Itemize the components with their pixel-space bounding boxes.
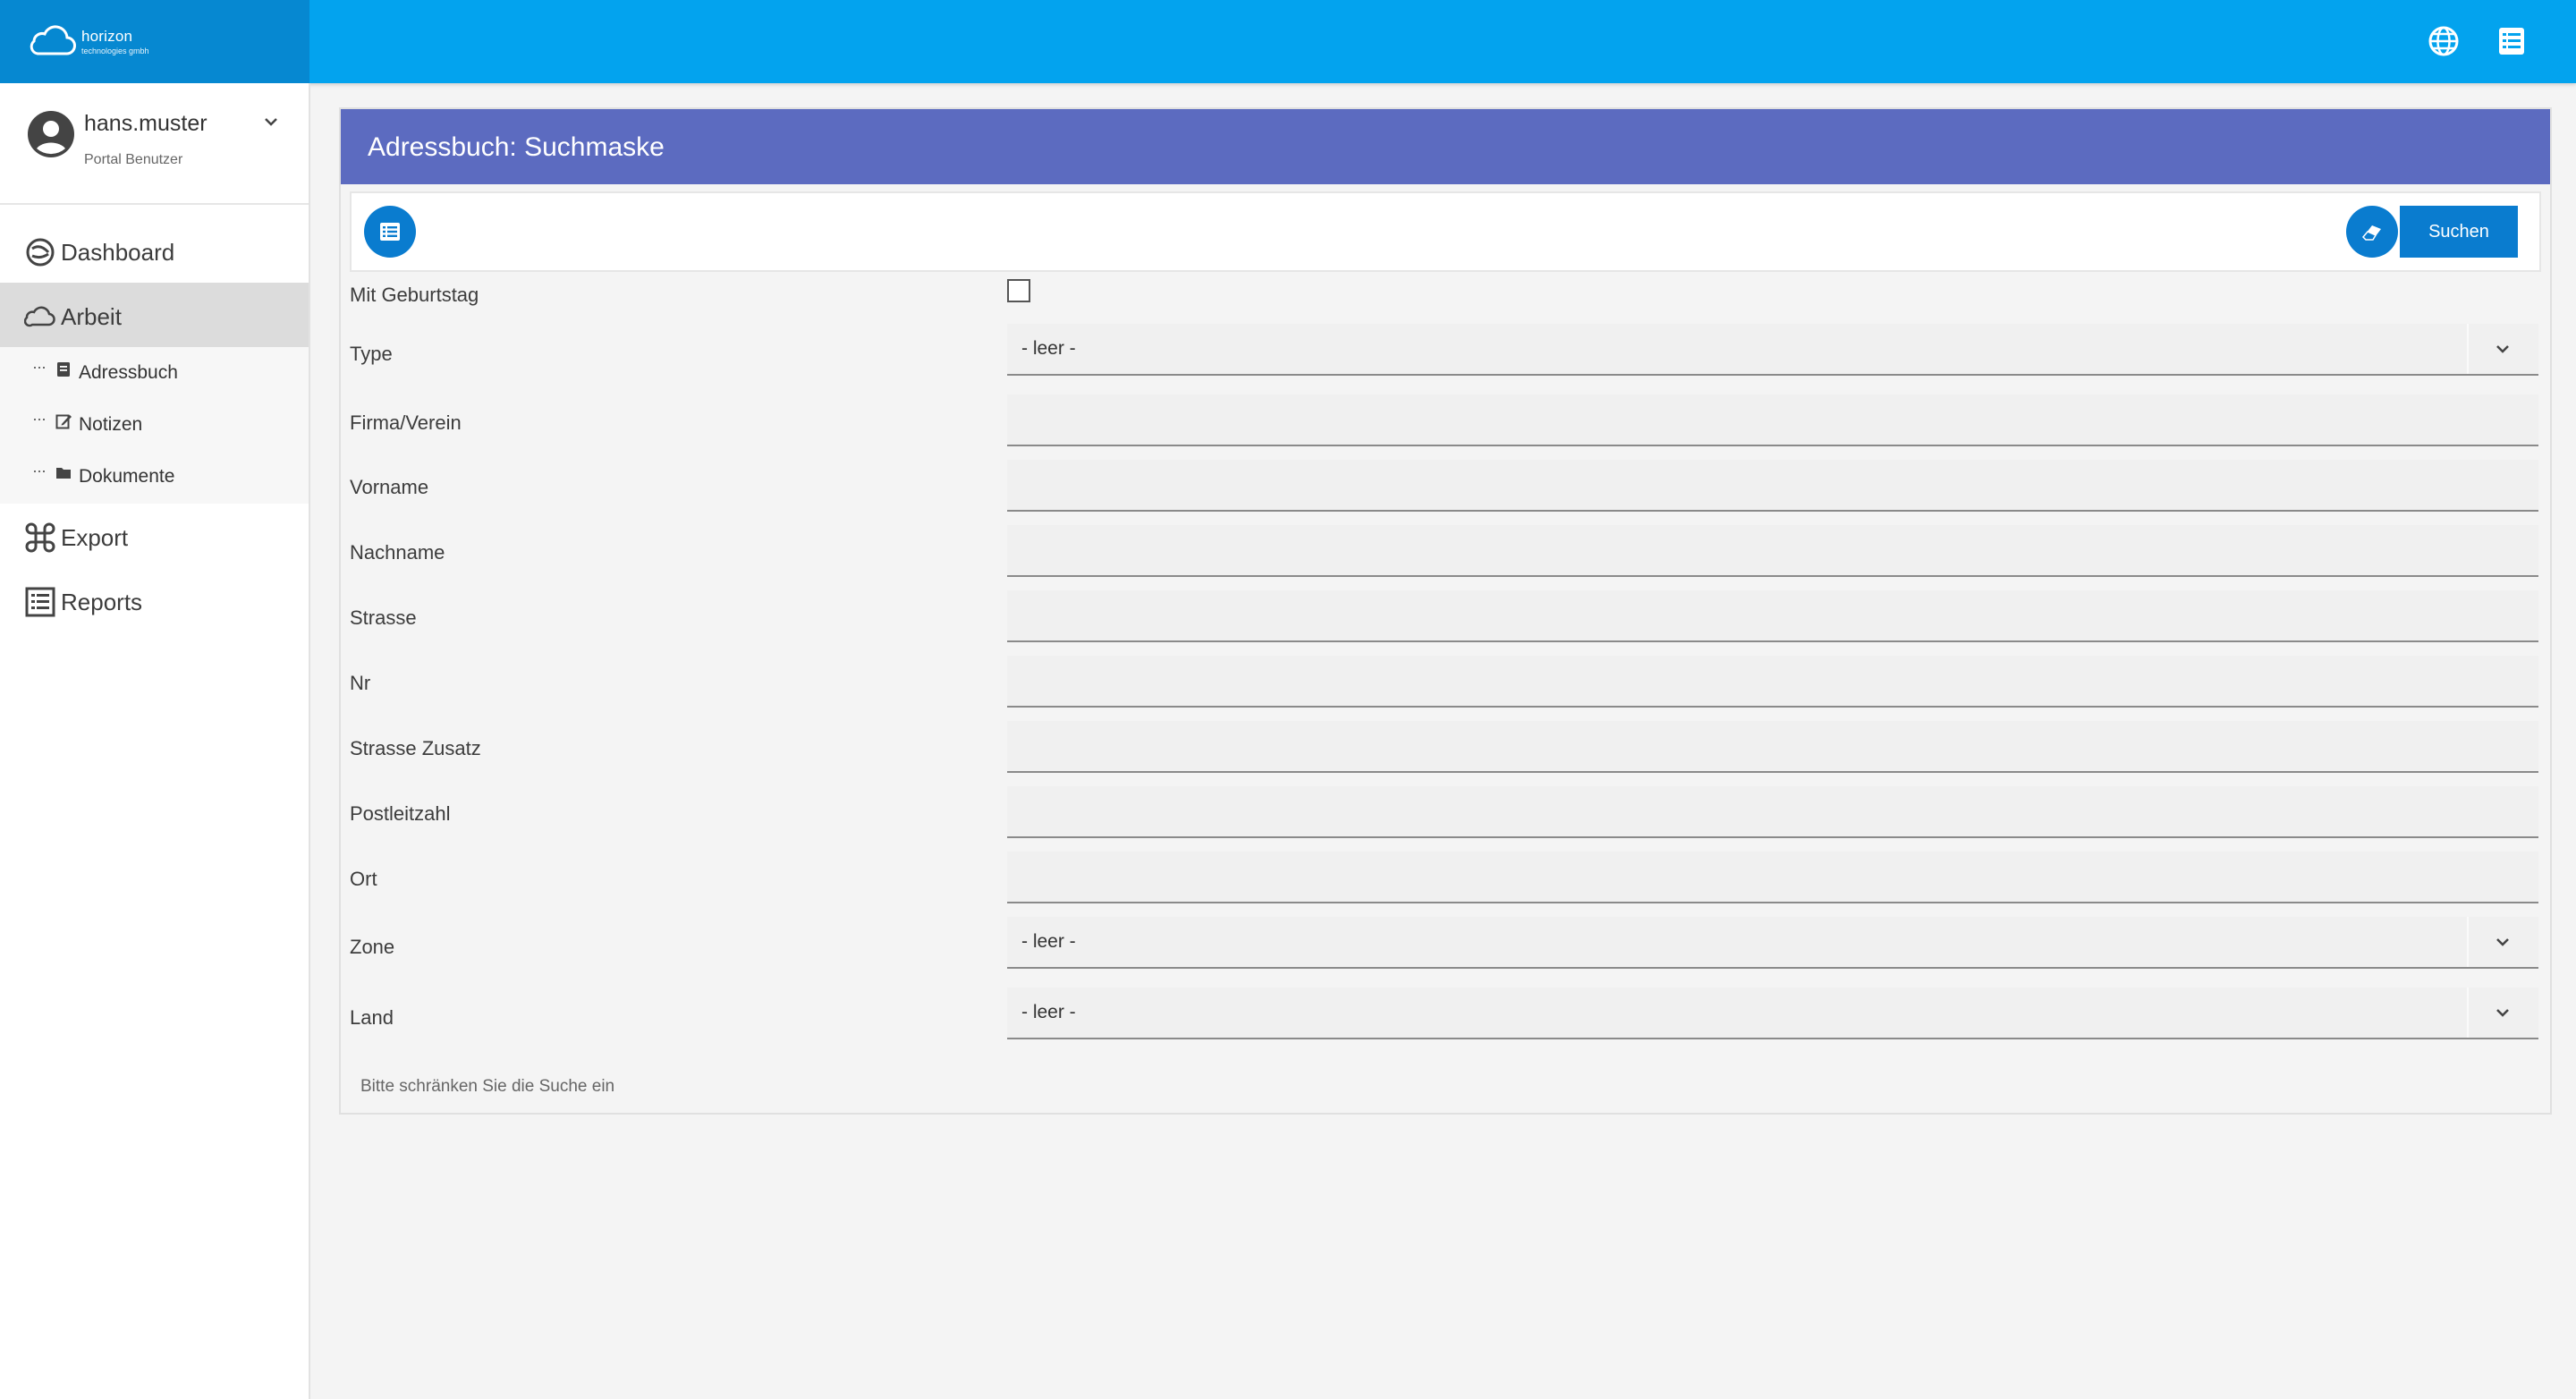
cloud-icon: [24, 306, 55, 327]
chevron-down-icon: [2496, 1009, 2509, 1017]
plz-label: Postleitzahl: [350, 802, 451, 825]
list-icon: [380, 223, 400, 241]
land-label: Land: [350, 1006, 394, 1029]
dashboard-icon: [26, 238, 55, 267]
type-select-value: - leer -: [1021, 338, 1076, 359]
sidebar-item-reports[interactable]: Reports: [0, 568, 309, 632]
nachname-input[interactable]: [1007, 525, 2538, 577]
vorname-input[interactable]: [1007, 460, 2538, 512]
clear-button[interactable]: [2346, 206, 2398, 258]
birthday-checkbox[interactable]: [1007, 279, 1030, 302]
search-hint: Bitte schränken Sie die Suche ein: [360, 1077, 615, 1096]
brand-subtitle: technologies gmbh: [81, 47, 149, 55]
globe-icon[interactable]: [2426, 23, 2462, 59]
chevron-down-icon: [2496, 938, 2509, 946]
tree-dots: ···: [32, 462, 47, 479]
search-card: Adressbuch: Suchmaske Suchen Mit Geburts…: [339, 107, 2552, 1115]
sidebar: hans.muster Portal Benutzer Dashboard Ar…: [0, 83, 310, 1399]
list-icon[interactable]: [2494, 23, 2529, 59]
type-select[interactable]: - leer -: [1007, 324, 2538, 376]
sidebar-subitem-dokumente[interactable]: ··· Dokumente: [0, 451, 309, 501]
sidebar-submenu: ··· Adressbuch ··· Notizen ··· Dokumente: [0, 347, 309, 504]
list-view-button[interactable]: [364, 206, 416, 258]
avatar-icon: [28, 111, 74, 157]
zone-select[interactable]: - leer -: [1007, 917, 2538, 969]
toolbar: Suchen: [350, 191, 2541, 272]
sidebar-item-dashboard[interactable]: Dashboard: [0, 218, 309, 283]
land-select-value: - leer -: [1021, 1002, 1076, 1022]
ort-label: Ort: [350, 868, 377, 890]
strasse-label: Strasse: [350, 606, 417, 629]
chevron-down-icon[interactable]: [259, 110, 283, 133]
select-divider: [2467, 988, 2469, 1038]
sidebar-item-export[interactable]: Export: [0, 504, 309, 568]
page-title: Adressbuch: Suchmaske: [368, 132, 665, 162]
strasse-zusatz-label: Strasse Zusatz: [350, 737, 481, 759]
command-icon: [25, 522, 55, 553]
chevron-down-icon: [2496, 345, 2509, 353]
sidebar-subitem-adressbuch[interactable]: ··· Adressbuch: [0, 347, 309, 397]
sidebar-subitem-notizen[interactable]: ··· Notizen: [0, 399, 309, 449]
select-divider: [2467, 324, 2469, 374]
ort-input[interactable]: [1007, 852, 2538, 903]
land-select[interactable]: - leer -: [1007, 988, 2538, 1039]
strasse-zusatz-input[interactable]: [1007, 721, 2538, 773]
plz-input[interactable]: [1007, 786, 2538, 838]
nr-input[interactable]: [1007, 656, 2538, 708]
cloud-logo-icon: [30, 25, 76, 55]
tree-dots: ···: [32, 358, 47, 376]
strasse-input[interactable]: [1007, 590, 2538, 642]
sidebar-subitem-label: Notizen: [79, 414, 143, 435]
card-header: Adressbuch: Suchmaske: [341, 109, 2550, 184]
sidebar-item-arbeit[interactable]: Arbeit: [0, 283, 309, 347]
eraser-icon: [2361, 225, 2381, 241]
user-panel: hans.muster Portal Benutzer: [0, 83, 309, 205]
sidebar-item-label: Dashboard: [61, 239, 175, 266]
sidebar-subitem-label: Dokumente: [79, 466, 175, 487]
select-divider: [2467, 917, 2469, 967]
sidebar-item-label: Export: [61, 524, 129, 551]
report-icon: [25, 587, 55, 617]
brand-name: horizon: [81, 28, 133, 45]
top-bar: horizon technologies gmbh: [0, 0, 2576, 83]
type-label: Type: [350, 343, 393, 365]
vorname-label: Vorname: [350, 476, 429, 498]
user-role: Portal Benutzer: [84, 152, 183, 167]
zone-label: Zone: [350, 936, 395, 958]
nachname-label: Nachname: [350, 541, 445, 564]
zone-select-value: - leer -: [1021, 931, 1076, 952]
firma-input[interactable]: [1007, 394, 2538, 446]
user-name: hans.muster: [84, 111, 208, 136]
birthday-label: Mit Geburtstag: [350, 284, 479, 306]
sidebar-subitem-label: Adressbuch: [79, 362, 178, 383]
tree-dots: ···: [32, 410, 47, 428]
search-button[interactable]: Suchen: [2400, 206, 2518, 258]
folder-icon: [56, 468, 71, 479]
sidebar-item-label: Reports: [61, 589, 143, 615]
edit-icon: [55, 414, 72, 429]
firma-label: Firma/Verein: [350, 411, 462, 434]
brand-logo[interactable]: horizon technologies gmbh: [0, 0, 309, 83]
sidebar-item-label: Arbeit: [61, 303, 122, 330]
nr-label: Nr: [350, 672, 371, 694]
book-icon: [57, 362, 70, 377]
